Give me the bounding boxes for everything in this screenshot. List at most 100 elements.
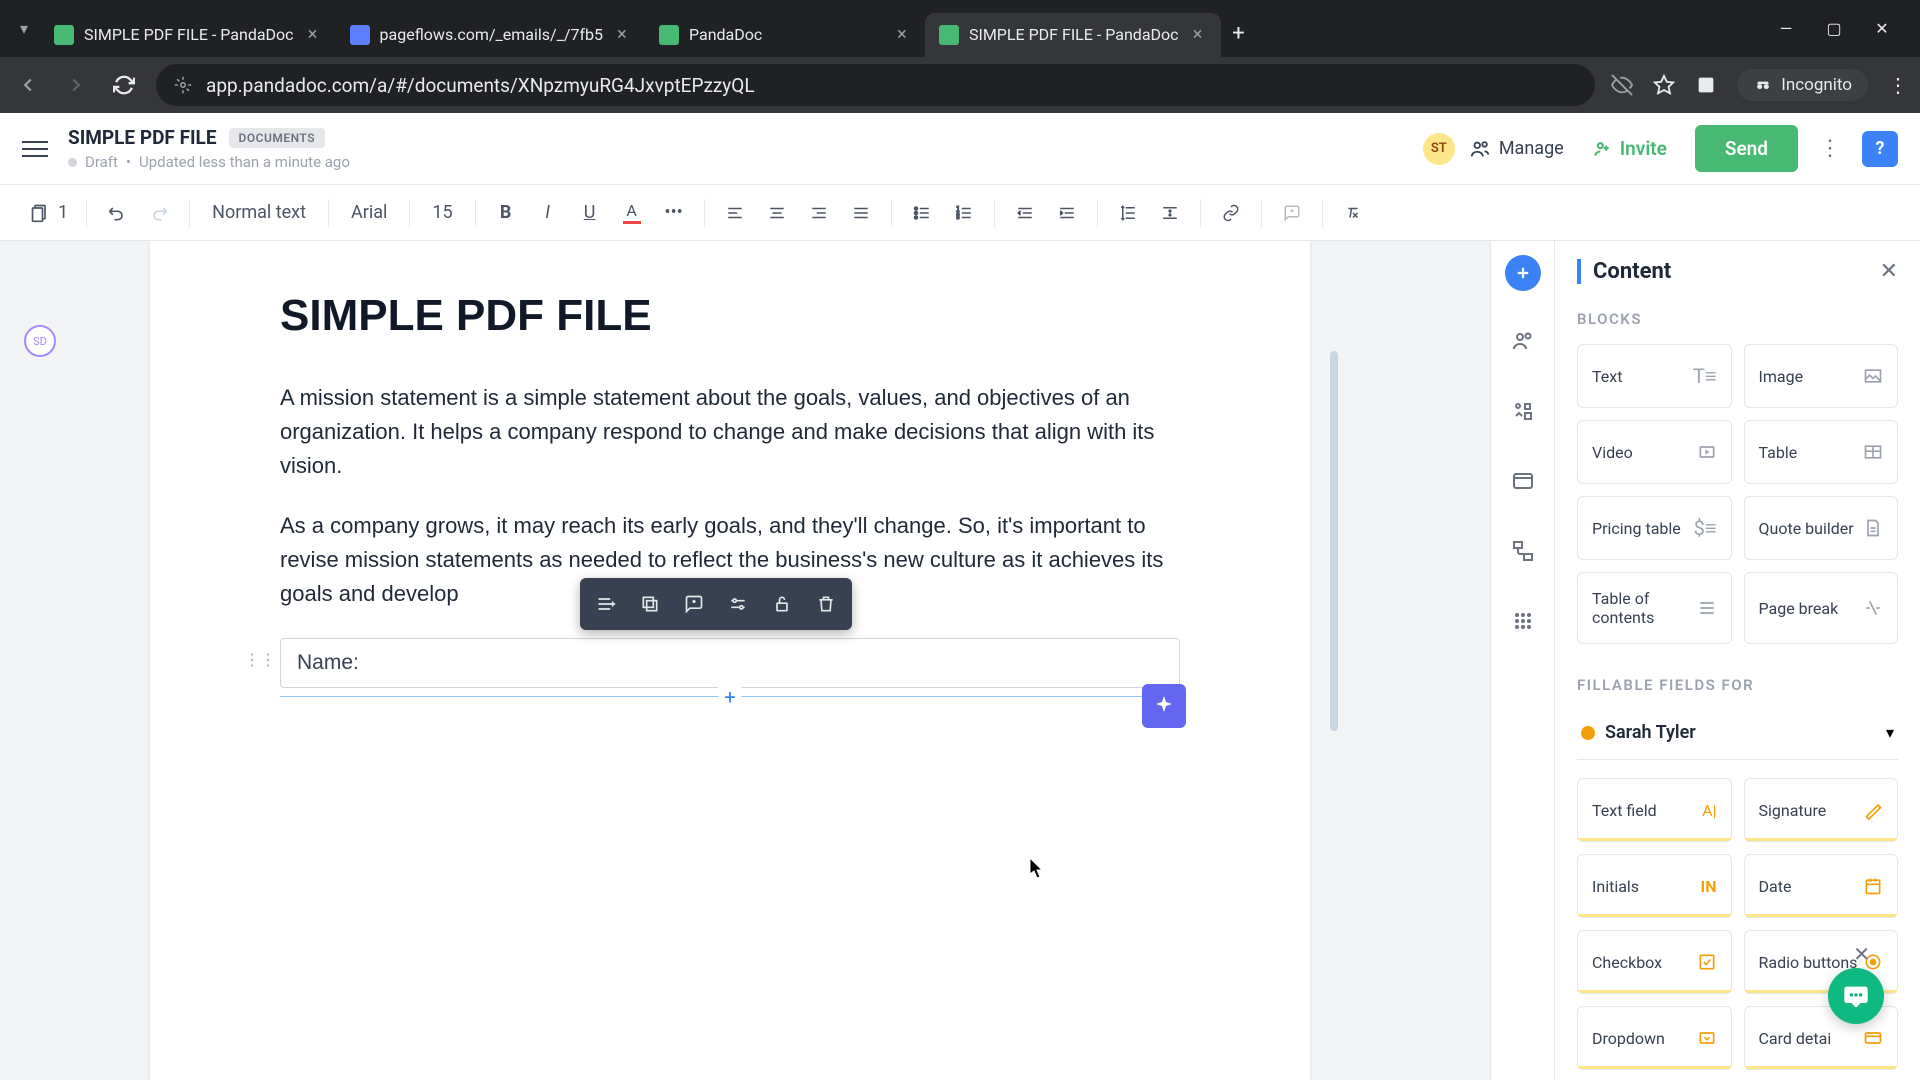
comment-icon <box>1283 204 1301 222</box>
align-center-button[interactable] <box>759 195 795 231</box>
link-button[interactable] <box>1213 195 1249 231</box>
block-toc[interactable]: Table of contents <box>1577 572 1732 644</box>
drag-handle-icon[interactable]: ⋮⋮ <box>244 650 276 669</box>
field-date[interactable]: Date <box>1744 854 1899 918</box>
italic-button[interactable]: I <box>530 195 566 231</box>
block-pricing-table[interactable]: Pricing table$≡ <box>1577 496 1732 560</box>
field-initials[interactable]: InitialsIN <box>1577 854 1732 918</box>
browser-tab-2[interactable]: pageflows.com/_emails/_/7fb5 × <box>336 13 645 57</box>
block-lock-button[interactable] <box>762 584 802 624</box>
extensions-icon[interactable] <box>1695 74 1717 96</box>
add-content-button[interactable] <box>1505 255 1541 291</box>
field-text[interactable]: Text fieldA| <box>1577 778 1732 842</box>
document-page[interactable]: SIMPLE PDF FILE A mission statement is a… <box>150 241 1310 1080</box>
menu-button[interactable] <box>22 141 48 157</box>
block-settings-button[interactable] <box>718 584 758 624</box>
spacing-button[interactable] <box>1152 195 1188 231</box>
user-avatar[interactable]: ST <box>1423 133 1455 165</box>
url-bar[interactable]: app.pandadoc.com/a/#/documents/XNpzmyuRG… <box>156 64 1595 106</box>
close-panel-button[interactable]: ✕ <box>1880 259 1898 284</box>
video-icon <box>1697 442 1717 462</box>
block-insert-button[interactable] <box>586 584 626 624</box>
block-duplicate-button[interactable] <box>630 584 670 624</box>
block-text[interactable]: TextT≡ <box>1577 344 1732 408</box>
close-window-icon[interactable]: ✕ <box>1872 19 1892 39</box>
font-size-select[interactable]: 15 <box>422 202 462 223</box>
block-page-break[interactable]: Page break <box>1744 572 1899 644</box>
block-delete-button[interactable] <box>806 584 846 624</box>
undo-button[interactable] <box>99 195 135 231</box>
style-select[interactable]: Normal text <box>202 202 316 223</box>
workflow-button[interactable] <box>1503 531 1543 571</box>
tab-search-dropdown[interactable]: ▾ <box>8 13 40 45</box>
block-quote-builder[interactable]: Quote builder <box>1744 496 1899 560</box>
browser-menu-icon[interactable]: ⋮ <box>1888 73 1908 97</box>
align-left-button[interactable] <box>717 195 753 231</box>
line-height-button[interactable] <box>1110 195 1146 231</box>
close-icon[interactable]: × <box>1189 26 1207 44</box>
field-checkbox[interactable]: Checkbox <box>1577 930 1732 994</box>
pages-button[interactable]: 1 <box>24 195 74 231</box>
canvas-area[interactable]: SD SIMPLE PDF FILE A mission statement i… <box>0 241 1490 1080</box>
more-formatting-button[interactable]: ••• <box>656 195 692 231</box>
field-signature[interactable]: Signature <box>1744 778 1899 842</box>
redo-button[interactable] <box>141 195 177 231</box>
help-button[interactable]: ? <box>1862 131 1898 167</box>
doc-heading[interactable]: SIMPLE PDF FILE <box>280 291 1180 341</box>
browser-tab-4[interactable]: SIMPLE PDF FILE - PandaDoc × <box>925 13 1221 57</box>
invite-button[interactable]: Invite <box>1578 127 1681 170</box>
more-menu-button[interactable]: ⋮ <box>1812 131 1848 167</box>
align-right-button[interactable] <box>801 195 837 231</box>
design-button[interactable] <box>1503 461 1543 501</box>
scroll-thumb[interactable] <box>1330 351 1338 731</box>
text-color-button[interactable]: A <box>614 195 650 231</box>
close-icon[interactable]: × <box>304 26 322 44</box>
close-icon[interactable]: × <box>893 26 911 44</box>
window-controls: — ▢ ✕ <box>1776 19 1912 39</box>
chat-close-button[interactable]: ✕ <box>1853 942 1870 966</box>
apps-button[interactable] <box>1503 601 1543 641</box>
block-image[interactable]: Image <box>1744 344 1899 408</box>
clear-formatting-button[interactable] <box>1335 195 1371 231</box>
maximize-icon[interactable]: ▢ <box>1824 19 1844 39</box>
bold-button[interactable]: B <box>488 195 524 231</box>
recipients-button[interactable] <box>1503 321 1543 361</box>
back-button[interactable] <box>12 69 44 101</box>
font-select[interactable]: Arial <box>341 202 397 223</box>
incognito-badge[interactable]: Incognito <box>1737 69 1868 101</box>
send-button[interactable]: Send <box>1695 125 1798 172</box>
comment-button[interactable] <box>1274 195 1310 231</box>
new-tab-button[interactable]: + <box>1221 16 1257 52</box>
block-table[interactable]: Table <box>1744 420 1899 484</box>
site-settings-icon[interactable] <box>174 76 192 94</box>
collaborator-avatar[interactable]: SD <box>24 325 56 357</box>
doc-title[interactable]: SIMPLE PDF FILE <box>68 126 217 149</box>
doc-paragraph-1[interactable]: A mission statement is a simple statemen… <box>280 381 1180 483</box>
manage-button[interactable]: Manage <box>1469 138 1564 160</box>
block-video[interactable]: Video <box>1577 420 1732 484</box>
chat-fab[interactable] <box>1828 968 1884 1024</box>
eye-off-icon[interactable] <box>1611 74 1633 96</box>
underline-button[interactable]: U <box>572 195 608 231</box>
add-block-button[interactable]: + <box>718 685 741 709</box>
close-icon[interactable]: × <box>613 26 631 44</box>
bookmark-star-icon[interactable] <box>1653 74 1675 96</box>
variables-button[interactable] <box>1503 391 1543 431</box>
field-dropdown[interactable]: Dropdown <box>1577 1006 1732 1070</box>
reload-button[interactable] <box>108 69 140 101</box>
bullet-list-button[interactable] <box>904 195 940 231</box>
forward-button[interactable] <box>60 69 92 101</box>
block-comment-button[interactable] <box>674 584 714 624</box>
canvas-scrollbar[interactable] <box>1330 241 1340 1080</box>
browser-tab-1[interactable]: SIMPLE PDF FILE - PandaDoc × <box>40 13 336 57</box>
assignee-selector[interactable]: Sarah Tyler ▾ <box>1577 710 1898 760</box>
outdent-button[interactable] <box>1007 195 1043 231</box>
align-justify-button[interactable] <box>843 195 879 231</box>
add-field-fab[interactable] <box>1142 684 1186 728</box>
browser-tab-3[interactable]: PandaDoc × <box>645 13 925 57</box>
minimize-icon[interactable]: — <box>1776 19 1796 39</box>
bullet-list-icon <box>913 204 931 222</box>
numbered-list-button[interactable]: 123 <box>946 195 982 231</box>
text-block[interactable]: Name: <box>280 638 1180 688</box>
indent-button[interactable] <box>1049 195 1085 231</box>
